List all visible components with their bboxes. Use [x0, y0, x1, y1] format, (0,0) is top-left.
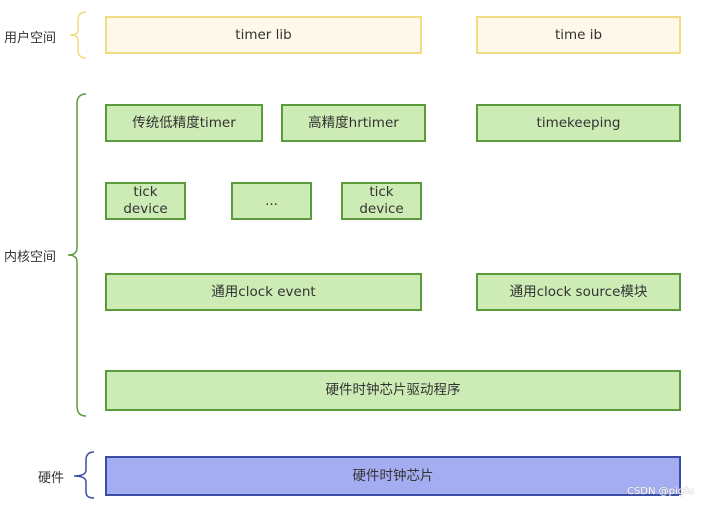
hardware-label: 硬件 [38, 471, 65, 486]
kernel-brace [67, 93, 87, 417]
timekeeping-box: timekeeping [476, 104, 681, 142]
braces [67, 11, 95, 499]
ellipsis-box: ... [231, 182, 312, 220]
time-ib-box: time ib [476, 16, 681, 54]
hardware-brace [73, 451, 95, 499]
watermark: CSDN @pigfu [626, 486, 694, 497]
user-space-label: 用户空间 [4, 31, 57, 46]
tick-device-box: tick device [105, 182, 186, 220]
low-res-timer-box: 传统低精度timer [105, 104, 263, 142]
kernel-space-label: 内核空间 [4, 250, 57, 265]
hrtimer-box: 高精度hrtimer [281, 104, 426, 142]
clock-event-box: 通用clock event [105, 273, 422, 311]
driver-box: 硬件时钟芯片驱动程序 [105, 370, 681, 411]
hardware-chip-box: 硬件时钟芯片 [105, 456, 681, 496]
timer-lib-box: timer lib [105, 16, 422, 54]
user-brace [69, 11, 87, 59]
clock-source-box: 通用clock source模块 [476, 273, 681, 311]
tick-device-box: tick device [341, 182, 422, 220]
